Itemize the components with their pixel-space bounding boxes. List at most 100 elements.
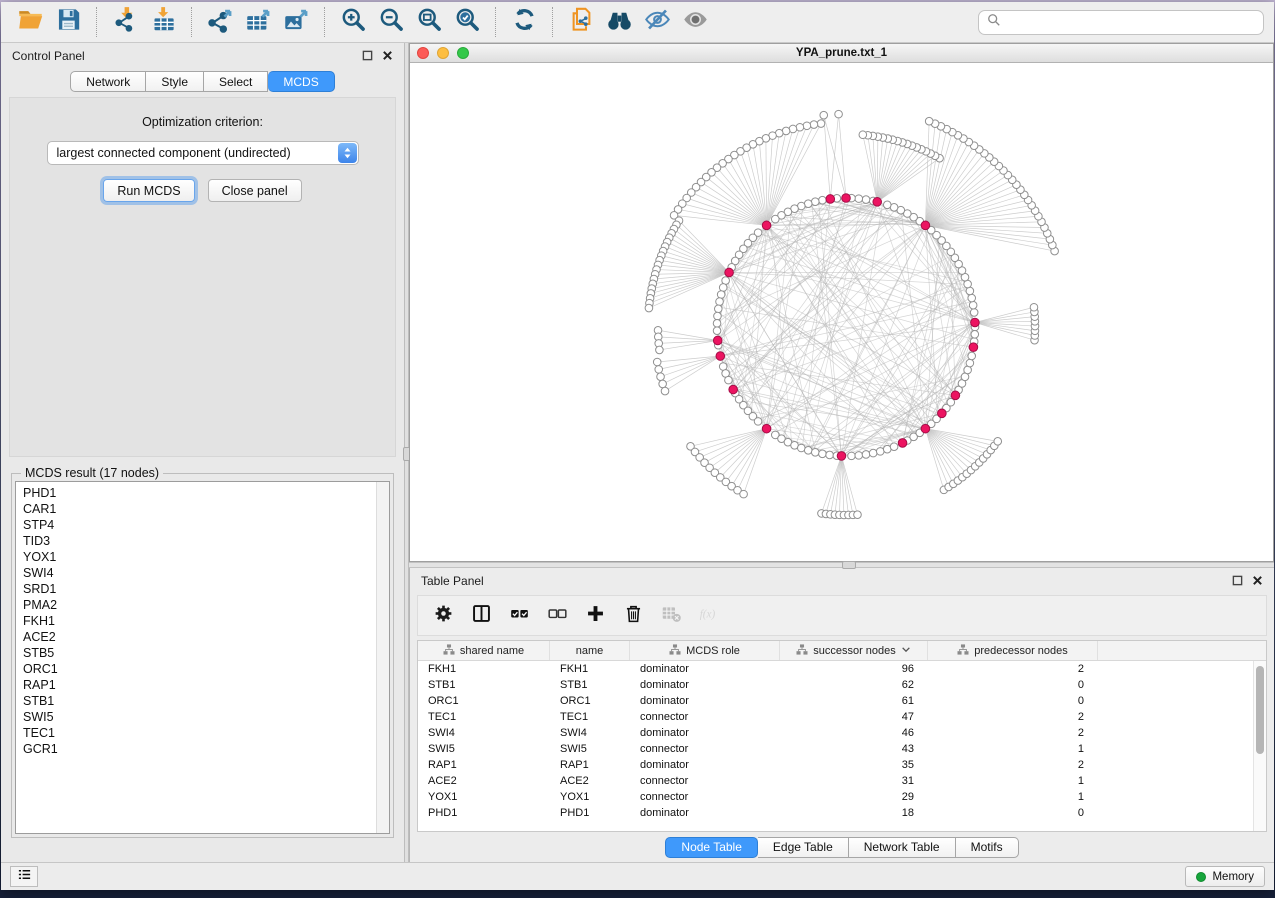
table-cell[interactable]: dominator [630, 807, 780, 819]
table-cell[interactable]: dominator [630, 727, 780, 739]
table-cell[interactable]: 1 [928, 743, 1098, 755]
table-cell[interactable]: YOX1 [418, 791, 550, 803]
graph-hub-node[interactable] [725, 268, 734, 277]
graph-hub-node[interactable] [969, 343, 978, 352]
result-node[interactable]: STB1 [23, 693, 389, 709]
network-canvas[interactable] [410, 63, 1273, 561]
graph-node[interactable] [713, 327, 721, 335]
graph-node[interactable] [714, 305, 722, 313]
table-cell[interactable]: 62 [780, 679, 928, 691]
graph-hub-node[interactable] [716, 352, 725, 361]
graph-node[interactable] [655, 366, 663, 374]
graph-node[interactable] [656, 346, 664, 354]
graph-node[interactable] [848, 452, 856, 460]
table-cell[interactable]: 47 [780, 711, 928, 723]
table-cell[interactable]: connector [630, 775, 780, 787]
close-panel-icon[interactable] [382, 50, 393, 61]
result-node[interactable]: SWI5 [23, 709, 389, 725]
table-row[interactable]: TEC1TEC1connector472 [418, 709, 1266, 725]
result-node[interactable]: PMA2 [23, 597, 389, 613]
result-node[interactable]: SWI4 [23, 565, 389, 581]
export-network-button[interactable] [201, 5, 239, 39]
memory-button[interactable]: Memory [1185, 866, 1265, 887]
result-node[interactable]: RAP1 [23, 677, 389, 693]
column-header-predecessor-nodes[interactable]: predecessor nodes [928, 641, 1098, 660]
graph-hub-node[interactable] [837, 452, 846, 461]
graph-node[interactable] [820, 111, 828, 119]
result-node[interactable]: PHD1 [23, 485, 389, 501]
graph-node[interactable] [796, 123, 804, 131]
zoom-selected-button[interactable] [448, 5, 486, 39]
tab-style[interactable]: Style [146, 71, 204, 92]
zoom-out-button[interactable] [372, 5, 410, 39]
table-cell[interactable]: 0 [928, 807, 1098, 819]
table-cell[interactable]: 31 [780, 775, 928, 787]
hide-selected-button[interactable] [638, 5, 676, 39]
table-cell[interactable]: connector [630, 711, 780, 723]
table-cell[interactable]: ACE2 [418, 775, 550, 787]
graph-hub-node[interactable] [729, 385, 738, 394]
table-cell[interactable]: 43 [780, 743, 928, 755]
graph-node[interactable] [811, 198, 819, 206]
graph-node[interactable] [754, 418, 762, 426]
graph-node[interactable] [890, 443, 898, 451]
table-cell[interactable]: dominator [630, 663, 780, 675]
toggle-columns-button[interactable] [466, 601, 496, 631]
result-node[interactable]: FKH1 [23, 613, 389, 629]
table-cell[interactable]: 1 [928, 775, 1098, 787]
table-row[interactable]: RAP1RAP1dominator352 [418, 757, 1266, 773]
graph-hub-node[interactable] [762, 424, 771, 433]
graph-hub-node[interactable] [842, 194, 851, 203]
table-cell[interactable]: 18 [780, 807, 928, 819]
table-cell[interactable]: ORC1 [418, 695, 550, 707]
close-panel-button[interactable]: Close panel [208, 179, 302, 202]
run-mcds-button[interactable]: Run MCDS [103, 179, 194, 202]
graph-node[interactable] [862, 451, 870, 459]
table-cell[interactable]: PHD1 [418, 807, 550, 819]
table-cell[interactable]: dominator [630, 695, 780, 707]
minimize-window-icon[interactable] [437, 47, 449, 59]
table-cell[interactable]: connector [630, 791, 780, 803]
tab-mcds[interactable]: MCDS [268, 71, 334, 92]
deselect-all-rows-button[interactable] [542, 601, 572, 631]
table-row[interactable]: STB1STB1dominator620 [418, 677, 1266, 693]
graph-node[interactable] [855, 195, 863, 203]
scrollbar-thumb[interactable] [1256, 666, 1264, 754]
table-cell[interactable]: 96 [780, 663, 928, 675]
table-cell[interactable]: 2 [928, 711, 1098, 723]
graph-node[interactable] [719, 284, 727, 292]
close-window-icon[interactable] [417, 47, 429, 59]
table-cell[interactable]: ORC1 [550, 695, 630, 707]
graph-node[interactable] [811, 448, 819, 456]
table-cell[interactable]: 29 [780, 791, 928, 803]
find-button[interactable] [600, 5, 638, 39]
table-cell[interactable]: SWI4 [550, 727, 630, 739]
result-node[interactable]: TEC1 [23, 725, 389, 741]
table-row[interactable]: ACE2ACE2connector311 [418, 773, 1266, 789]
network-window-titlebar[interactable]: YPA_prune.txt_1 [410, 44, 1273, 63]
search-input[interactable] [1006, 15, 1255, 29]
import-table-button[interactable] [144, 5, 182, 39]
table-cell[interactable]: TEC1 [550, 711, 630, 723]
table-cell[interactable]: dominator [630, 679, 780, 691]
table-row[interactable]: SWI4SWI4dominator462 [418, 725, 1266, 741]
table-cell[interactable]: FKH1 [418, 663, 550, 675]
graph-node[interactable] [819, 450, 827, 458]
graph-node[interactable] [661, 387, 669, 395]
maximize-window-icon[interactable] [457, 47, 469, 59]
graph-hub-node[interactable] [713, 336, 722, 345]
copy-network-button[interactable] [562, 5, 600, 39]
table-cell[interactable]: connector [630, 743, 780, 755]
graph-hub-node[interactable] [951, 391, 960, 400]
save-button[interactable] [49, 5, 87, 39]
table-row[interactable]: FKH1FKH1dominator962 [418, 661, 1266, 677]
column-header-name[interactable]: name [550, 641, 630, 660]
graph-hub-node[interactable] [971, 318, 980, 327]
graph-node[interactable] [657, 373, 665, 381]
result-node[interactable]: ACE2 [23, 629, 389, 645]
graph-node[interactable] [740, 490, 748, 498]
select-all-rows-button[interactable] [504, 601, 534, 631]
table-cell[interactable]: PHD1 [550, 807, 630, 819]
table-row[interactable]: PHD1PHD1dominator180 [418, 805, 1266, 821]
graph-node[interactable] [714, 312, 722, 320]
